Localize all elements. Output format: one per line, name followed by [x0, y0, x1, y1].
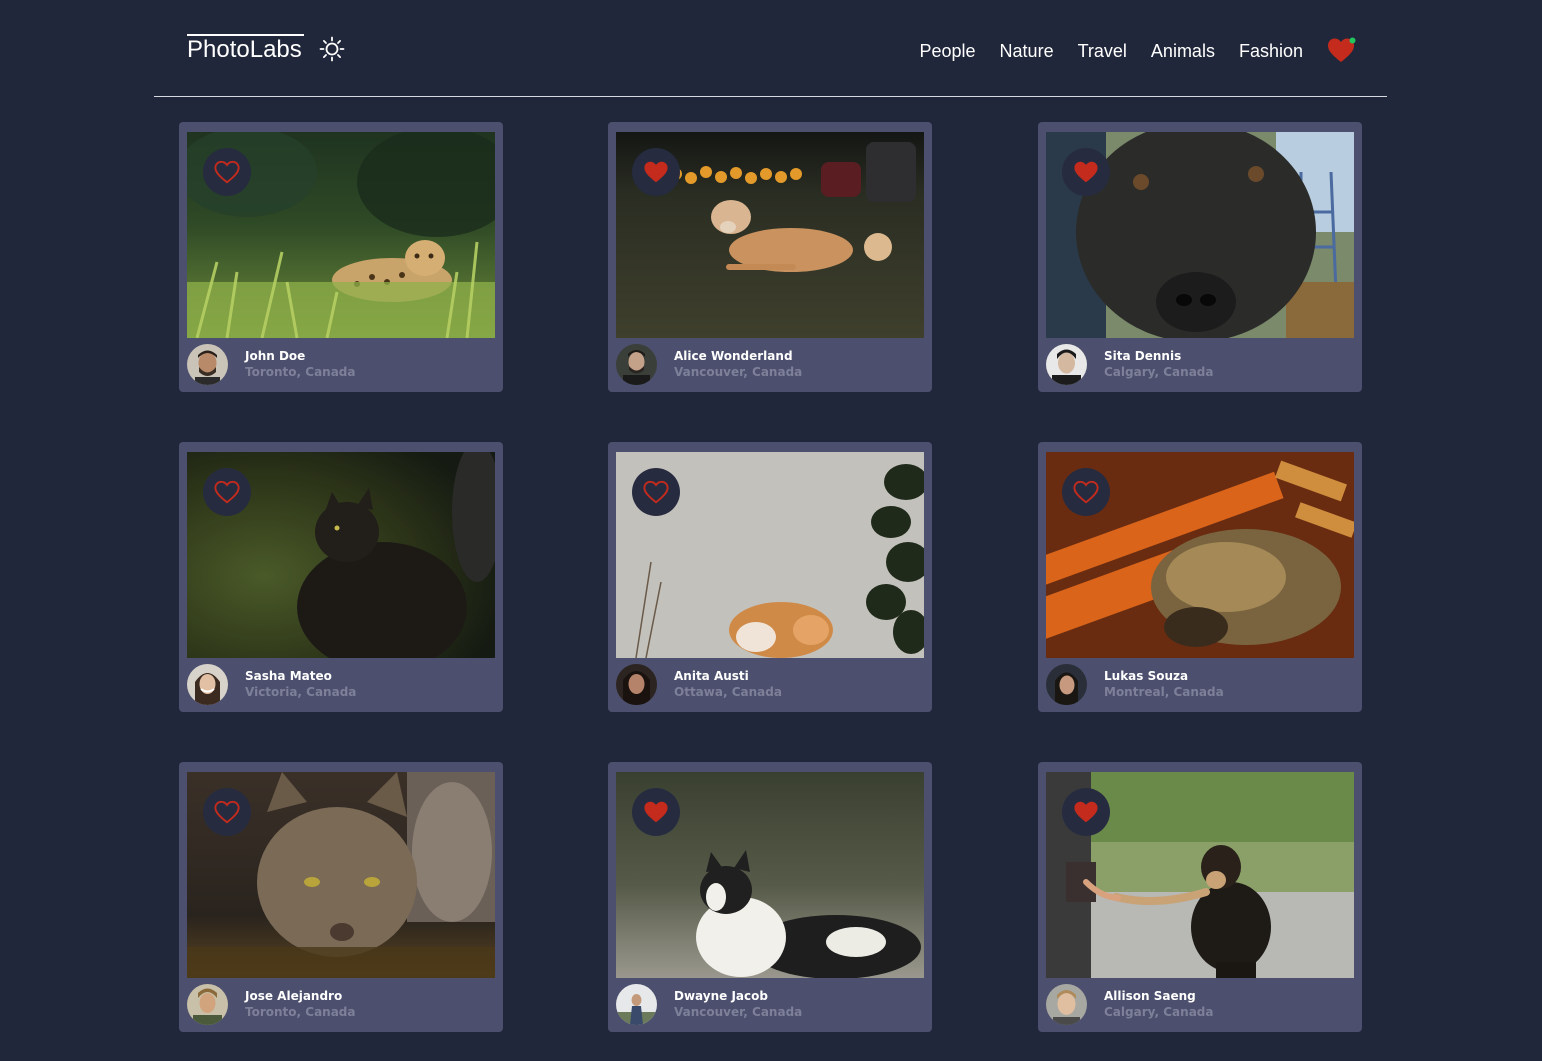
avatar [187, 344, 228, 385]
avatar [1046, 984, 1087, 1025]
photographer-location: Montreal, Canada [1104, 685, 1224, 699]
photographer-details: Alice Wonderland Vancouver, Canada [616, 344, 924, 386]
photographer-location: Toronto, Canada [245, 1005, 356, 1019]
photographer-location: Toronto, Canada [245, 365, 356, 379]
favorite-button[interactable] [632, 468, 680, 516]
heart-filled-icon [1074, 161, 1098, 183]
photographer-name: Jose Alejandro [245, 989, 343, 1003]
photographer-name: Anita Austi [674, 669, 749, 683]
topic-nature[interactable]: Nature [1000, 40, 1054, 62]
photographer-location: Vancouver, Canada [674, 1005, 803, 1019]
avatar [616, 664, 657, 705]
avatar [616, 344, 657, 385]
photo-card[interactable]: Jose Alejandro Toronto, Canada [179, 762, 503, 1032]
topic-list: People Nature Travel Animals Fashion [895, 40, 1303, 62]
photographer-name: Lukas Souza [1104, 669, 1189, 683]
favorite-button[interactable] [1062, 468, 1110, 516]
favorite-button[interactable] [203, 148, 251, 196]
photo-image[interactable] [1046, 452, 1354, 658]
photographer-name: Alice Wonderland [674, 349, 793, 363]
favorite-button[interactable] [203, 788, 251, 836]
favorite-button[interactable] [1062, 148, 1110, 196]
photographer-details: Sita Dennis Calgary, Canada [1046, 344, 1354, 386]
avatar [1046, 664, 1087, 705]
favorite-button[interactable] [632, 788, 680, 836]
heart-filled-icon [644, 161, 668, 183]
notification-dot [1349, 37, 1356, 44]
favorite-button[interactable] [203, 468, 251, 516]
avatar [187, 664, 228, 705]
photo-image[interactable] [616, 772, 924, 978]
photographer-details: John Doe Toronto, Canada [187, 344, 495, 386]
heart-outline-icon [214, 480, 240, 504]
photo-image[interactable] [187, 452, 495, 658]
heart-outline-icon [1073, 480, 1099, 504]
photo-card[interactable]: Sasha Mateo Victoria, Canada [179, 442, 503, 712]
favorites-heart-icon[interactable] [1326, 36, 1356, 64]
logo[interactable]: PhotoLabs [187, 35, 302, 65]
photographer-details: Lukas Souza Montreal, Canada [1046, 664, 1354, 706]
photo-card[interactable]: Alice Wonderland Vancouver, Canada [608, 122, 932, 392]
photographer-location: Calgary, Canada [1104, 1005, 1214, 1019]
favorite-button[interactable] [632, 148, 680, 196]
photo-image[interactable] [616, 452, 924, 658]
photo-card[interactable]: Lukas Souza Montreal, Canada [1038, 442, 1362, 712]
photo-card[interactable]: Sita Dennis Calgary, Canada [1038, 122, 1362, 392]
topic-animals[interactable]: Animals [1151, 40, 1215, 62]
photographer-location: Ottawa, Canada [674, 685, 782, 699]
photographer-location: Victoria, Canada [245, 685, 357, 699]
top-navigation-bar: PhotoLabs People Nature Travel Animals F… [154, 0, 1387, 97]
heart-outline-icon [214, 800, 240, 824]
photographer-name: Sasha Mateo [245, 669, 332, 683]
photographer-location: Calgary, Canada [1104, 365, 1214, 379]
avatar [1046, 344, 1087, 385]
photo-image[interactable] [1046, 132, 1354, 338]
heart-filled-icon [1074, 801, 1098, 823]
avatar [187, 984, 228, 1025]
heart-outline-icon [214, 160, 240, 184]
photo-image[interactable] [187, 132, 495, 338]
favorite-button[interactable] [1062, 788, 1110, 836]
avatar [616, 984, 657, 1025]
photo-card[interactable]: Allison Saeng Calgary, Canada [1038, 762, 1362, 1032]
photographer-details: Dwayne Jacob Vancouver, Canada [616, 984, 924, 1026]
photographer-details: Allison Saeng Calgary, Canada [1046, 984, 1354, 1026]
photo-card[interactable]: Dwayne Jacob Vancouver, Canada [608, 762, 932, 1032]
photographer-location: Vancouver, Canada [674, 365, 803, 379]
photographer-details: Jose Alejandro Toronto, Canada [187, 984, 495, 1026]
photographer-name: Allison Saeng [1104, 989, 1196, 1003]
heart-outline-icon [643, 480, 669, 504]
photo-image[interactable] [1046, 772, 1354, 978]
photographer-name: John Doe [245, 349, 306, 363]
photographer-details: Sasha Mateo Victoria, Canada [187, 664, 495, 706]
sun-icon[interactable] [319, 36, 345, 62]
photo-card[interactable]: John Doe Toronto, Canada [179, 122, 503, 392]
topic-travel[interactable]: Travel [1078, 40, 1127, 62]
photo-card[interactable]: Anita Austi Ottawa, Canada [608, 442, 932, 712]
photographer-name: Sita Dennis [1104, 349, 1182, 363]
photographer-name: Dwayne Jacob [674, 989, 768, 1003]
photo-image[interactable] [616, 132, 924, 338]
photographer-details: Anita Austi Ottawa, Canada [616, 664, 924, 706]
topic-people[interactable]: People [919, 40, 975, 62]
topic-fashion[interactable]: Fashion [1239, 40, 1303, 62]
heart-filled-icon [644, 801, 668, 823]
photo-image[interactable] [187, 772, 495, 978]
